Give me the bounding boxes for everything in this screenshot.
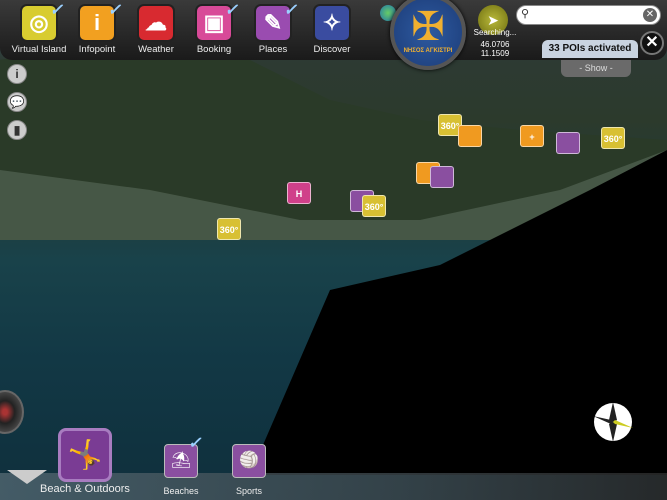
toolbar-infopoint[interactable]: i ✓ Infopoint [67,2,127,55]
label: Weather [138,44,174,55]
panorama-marker[interactable]: 360° [362,195,386,217]
toolbar-virtual-island[interactable]: ◎ ✓ Virtual Island [9,2,69,55]
panorama-marker[interactable]: 360° [601,127,625,149]
toolbar-discover[interactable]: ✧ Discover [302,4,362,55]
search-icon: ⚲ [521,8,530,20]
info-side-button[interactable]: i [7,64,27,84]
chat-side-button[interactable]: 💬 [7,92,27,112]
pharmacy-marker[interactable]: + [520,125,544,147]
subcategory-label: Sports [235,486,262,496]
gps-status: Searching... 46.0706 11.1509 [472,28,518,59]
label: Places [258,44,288,55]
toolbar-places[interactable]: ✎ ✓ Places [243,2,303,55]
category-label: Beach & Outdoors [40,483,130,495]
subcategory-sports[interactable]: 🏐 [232,444,266,478]
emblem-text: ΝΗΣΟΣ ΑΓΚΙΣΤΡΙ [403,48,453,54]
details-side-button[interactable]: ▮ [7,120,27,140]
info-marker[interactable] [430,166,454,188]
longitude: 11.1509 [480,49,510,58]
search-status: Searching... [473,28,517,37]
jumping-person-icon: 🤸 [67,439,103,470]
show-pois-button[interactable]: - Show - [561,60,631,77]
clear-search-icon[interactable]: ✕ [643,8,657,22]
beach-marker[interactable] [556,132,580,154]
panorama-marker[interactable]: 360° [217,218,241,240]
check-icon: ✓ [49,2,63,19]
navigation-arrow-icon: ➤ [487,12,499,28]
search-box: ⚲ ✕ [516,5,661,26]
search-input[interactable] [533,7,643,26]
subcategory-label: Beaches [163,486,199,496]
cloud-icon: ☁ [137,4,175,42]
close-button[interactable]: ✕ [640,31,664,55]
label: Discover [313,44,351,55]
label: Booking [196,44,232,55]
volleyball-icon: 🏐 [239,452,259,469]
check-icon: ✓ [107,2,121,19]
latitude: 46.0706 [480,39,510,49]
label: Infopoint [78,44,116,55]
marker-orange[interactable] [458,125,482,147]
collapse-arrow-icon[interactable] [7,470,47,484]
compass-icon: ✧ [313,4,351,42]
check-icon: ✓ [224,2,238,19]
category-beach-outdoors[interactable]: 🤸 [58,428,112,482]
toolbar-weather[interactable]: ☁ Weather [126,4,186,55]
hotel-marker[interactable]: H [287,182,311,204]
label: Virtual Island [11,44,67,55]
check-icon: ✓ [283,2,297,19]
toolbar-booking[interactable]: ▣ ✓ Booking [184,2,244,55]
beach-umbrella-icon: ⛱ [170,452,192,469]
pois-activated-badge: 33 POIs activated [542,40,638,58]
